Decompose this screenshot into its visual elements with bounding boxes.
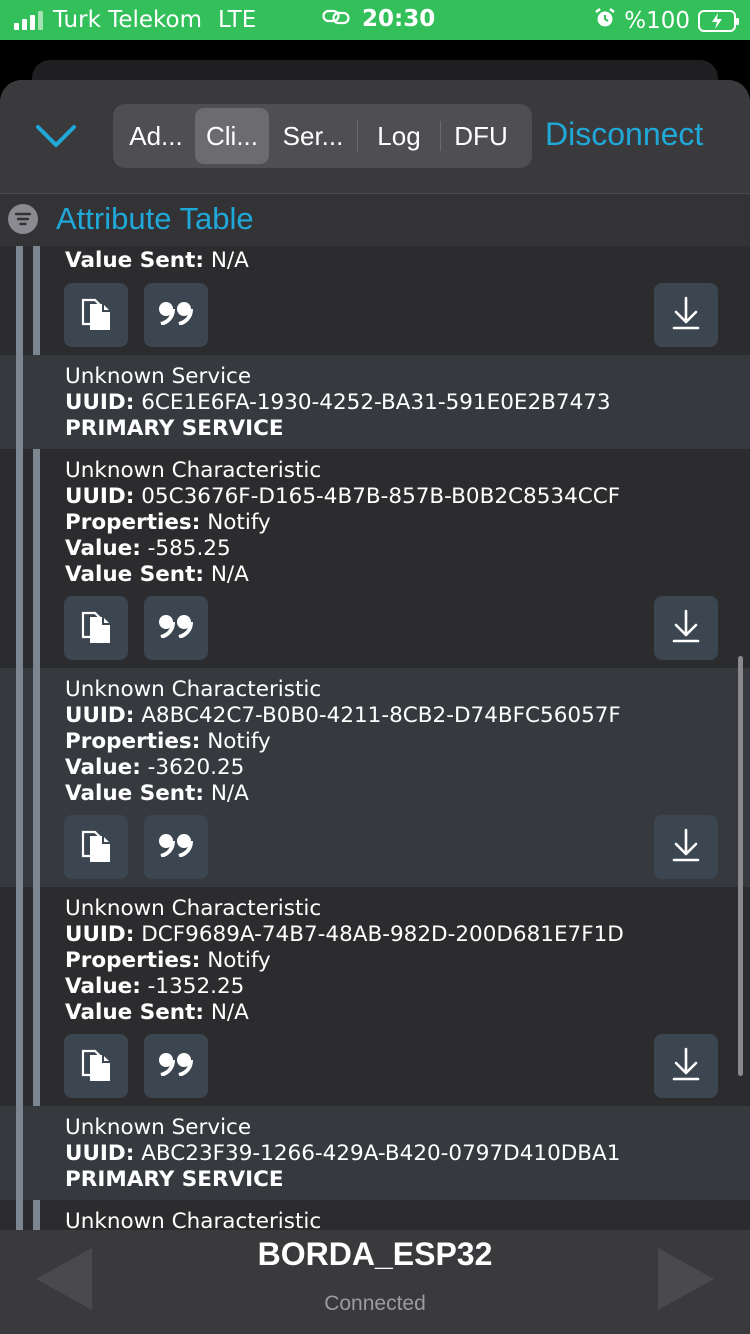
characteristic-row: Unknown Characteristic UUID: DCF9689A-74… bbox=[0, 887, 750, 1106]
download-button[interactable] bbox=[654, 596, 718, 660]
characteristic-name: Unknown Characteristic bbox=[65, 458, 322, 483]
quote-icon bbox=[158, 614, 194, 643]
download-button[interactable] bbox=[654, 815, 718, 879]
link-icon bbox=[322, 6, 350, 32]
copy-icon bbox=[79, 607, 113, 650]
carrier-label: Turk Telekom bbox=[53, 7, 203, 33]
action-buttons bbox=[0, 1034, 750, 1098]
indent-bar bbox=[16, 1200, 23, 1230]
quote-icon bbox=[158, 301, 194, 330]
characteristic-row: Unknown Characteristic bbox=[0, 1200, 750, 1230]
download-icon bbox=[671, 295, 701, 336]
uuid-line: UUID: 6CE1E6FA-1930-4252-BA31-591E0E2B74… bbox=[65, 390, 611, 415]
indent-bar bbox=[16, 355, 23, 449]
device-name: BORDA_ESP32 bbox=[257, 1236, 493, 1272]
tab-dfu[interactable]: DFU bbox=[441, 108, 521, 164]
tab-server[interactable]: Ser... bbox=[269, 108, 357, 164]
value-sent-line: Value Sent: N/A bbox=[65, 781, 249, 806]
quote-icon bbox=[158, 833, 194, 862]
clock: 20:30 bbox=[362, 6, 436, 32]
toolbar: Ad... Cli... Ser... Log DFU Disconnect bbox=[0, 80, 750, 192]
copy-button[interactable] bbox=[64, 815, 128, 879]
attribute-table-title: Attribute Table bbox=[56, 201, 254, 236]
copy-icon bbox=[79, 294, 113, 337]
disconnect-button[interactable]: Disconnect bbox=[545, 116, 703, 153]
next-device-button[interactable] bbox=[656, 1246, 716, 1317]
service-name: Unknown Service bbox=[65, 1115, 252, 1140]
indent-bar bbox=[16, 1106, 23, 1200]
service-row: Unknown Service UUID: ABC23F39-1266-429A… bbox=[0, 1106, 750, 1200]
copy-button[interactable] bbox=[64, 1034, 128, 1098]
service-type: PRIMARY SERVICE bbox=[65, 416, 284, 441]
attribute-table-header: Attribute Table bbox=[0, 193, 750, 247]
tab-client[interactable]: Cli... bbox=[195, 108, 269, 164]
uuid-line: UUID: DCF9689A-74B7-48AB-982D-200D681E7F… bbox=[65, 922, 624, 947]
tab-log[interactable]: Log bbox=[358, 108, 440, 164]
attribute-list: Value Sent: N/A Unknown Service UUID: 6C… bbox=[0, 246, 750, 1230]
value-line: Value: -3620.25 bbox=[65, 755, 245, 780]
properties-line: Properties: Notify bbox=[65, 510, 271, 535]
uuid-line: UUID: 05C3676F-D165-4B7B-857B-B0B2C8534C… bbox=[65, 484, 621, 509]
scrollbar[interactable] bbox=[738, 656, 743, 1076]
action-buttons bbox=[0, 596, 750, 660]
action-buttons bbox=[0, 815, 750, 879]
uuid-line: UUID: A8BC42C7-B0B0-4211-8CB2-D74BFC5605… bbox=[65, 703, 621, 728]
collapse-button[interactable] bbox=[34, 120, 78, 152]
quote-icon bbox=[158, 1052, 194, 1081]
device-bar: BORDA_ESP32 Connected bbox=[0, 1230, 750, 1334]
device-sheet: Ad... Cli... Ser... Log DFU Disconnect A… bbox=[0, 80, 750, 1334]
characteristic-name: Unknown Characteristic bbox=[65, 677, 322, 702]
filter-icon[interactable] bbox=[8, 204, 38, 234]
download-icon bbox=[671, 1046, 701, 1087]
indent-bar bbox=[33, 1200, 40, 1230]
characteristic-name: Unknown Characteristic bbox=[65, 1209, 322, 1230]
value-sent-line: Value Sent: N/A bbox=[65, 1000, 249, 1025]
characteristic-row: Unknown Characteristic UUID: A8BC42C7-B0… bbox=[0, 668, 750, 887]
properties-line: Properties: Notify bbox=[65, 729, 271, 754]
alarm-icon bbox=[594, 7, 616, 35]
signal-icon bbox=[14, 10, 43, 30]
service-name: Unknown Service bbox=[65, 364, 252, 389]
characteristic-row: Unknown Characteristic UUID: 05C3676F-D1… bbox=[0, 449, 750, 668]
characteristic-row: Value Sent: N/A bbox=[0, 246, 750, 355]
network-label: LTE bbox=[218, 7, 257, 33]
service-type: PRIMARY SERVICE bbox=[65, 1167, 284, 1192]
download-icon bbox=[671, 608, 701, 649]
tab-advertisement[interactable]: Ad... bbox=[117, 108, 195, 164]
value-sent-line: Value Sent: N/A bbox=[65, 248, 249, 273]
download-button[interactable] bbox=[654, 283, 718, 347]
value-sent-line: Value Sent: N/A bbox=[65, 562, 249, 587]
copy-icon bbox=[79, 826, 113, 869]
service-row: Unknown Service UUID: 6CE1E6FA-1930-4252… bbox=[0, 355, 750, 449]
value-line: Value: -1352.25 bbox=[65, 974, 245, 999]
quote-button[interactable] bbox=[144, 815, 208, 879]
properties-line: Properties: Notify bbox=[65, 948, 271, 973]
battery-percent: %100 bbox=[624, 8, 690, 34]
download-button[interactable] bbox=[654, 1034, 718, 1098]
action-buttons bbox=[0, 283, 750, 347]
copy-icon bbox=[79, 1045, 113, 1088]
quote-button[interactable] bbox=[144, 283, 208, 347]
quote-button[interactable] bbox=[144, 1034, 208, 1098]
section-tabs: Ad... Cli... Ser... Log DFU bbox=[113, 104, 532, 168]
battery-charging-icon bbox=[698, 10, 739, 32]
uuid-line: UUID: ABC23F39-1266-429A-B420-0797D410DB… bbox=[65, 1141, 621, 1166]
characteristic-name: Unknown Characteristic bbox=[65, 896, 322, 921]
copy-button[interactable] bbox=[64, 596, 128, 660]
download-icon bbox=[671, 827, 701, 868]
quote-button[interactable] bbox=[144, 596, 208, 660]
connection-state: Connected bbox=[324, 1292, 426, 1315]
value-line: Value: -585.25 bbox=[65, 536, 231, 561]
copy-button[interactable] bbox=[64, 283, 128, 347]
status-bar: Turk Telekom LTE 20:30 %100 bbox=[0, 0, 750, 40]
